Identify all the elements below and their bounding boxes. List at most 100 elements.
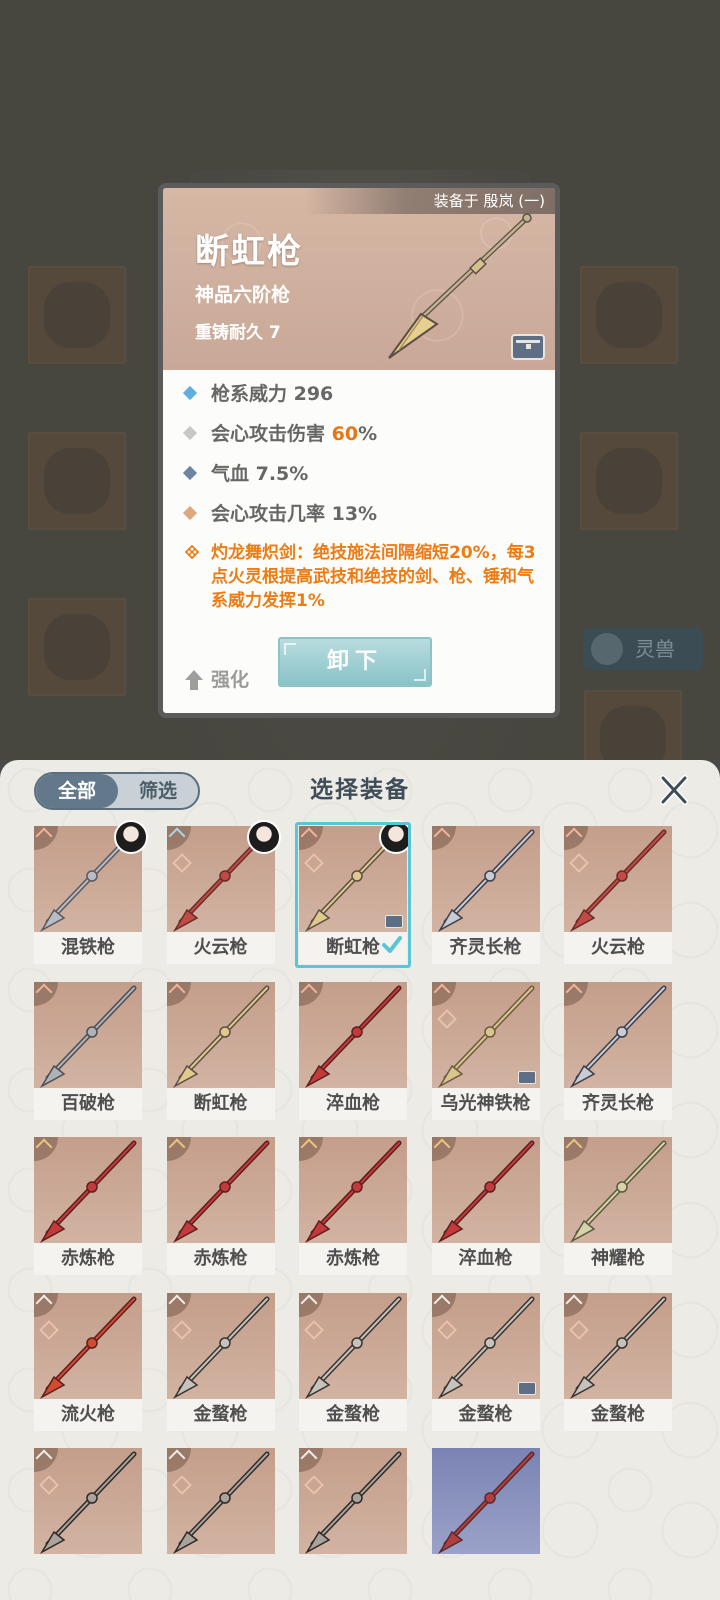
item-label: 断虹枪 (166, 1087, 275, 1120)
item-art (299, 1137, 407, 1243)
equipment-item[interactable]: 齐灵长枪 (431, 826, 540, 964)
item-art (34, 1448, 142, 1554)
item-art (299, 1448, 407, 1554)
item-art (431, 981, 540, 1088)
equipment-item[interactable]: 赤炼枪 (299, 1137, 407, 1275)
skill-text: 灼龙舞炽剑：绝技施法间隔缩短20%，每3点火灵根提高武技和绝技的剑、枪、锤和气系… (211, 543, 536, 611)
item-label: 火云枪 (166, 932, 275, 964)
item-art (564, 981, 672, 1088)
item-label: 赤炼枪 (299, 1243, 407, 1275)
unequip-button[interactable]: 卸下 (278, 637, 432, 687)
bg-equip-slot (580, 432, 678, 530)
equipment-item[interactable] (299, 1448, 407, 1586)
equipment-item[interactable]: 金蝥枪 (431, 1292, 540, 1431)
stat-row: 枪系威力 296 (182, 381, 334, 407)
equipment-item[interactable]: 断虹枪 (295, 820, 413, 968)
item-art (299, 1292, 407, 1399)
item-art (166, 1448, 275, 1554)
upgrade-button[interactable]: 强化 (185, 666, 249, 694)
owner-avatar (379, 820, 413, 854)
equipment-item[interactable]: 火云枪 (166, 820, 281, 964)
item-art (34, 1292, 142, 1399)
item-art (166, 1137, 275, 1243)
stat-row: 气血 7.5% (182, 461, 308, 487)
equipment-item[interactable]: 金蝥枪 (564, 1292, 672, 1431)
skill-icon (185, 545, 199, 559)
item-durability: 重铸耐久 7 (195, 323, 281, 343)
item-label: 金蝥枪 (564, 1398, 672, 1431)
equipment-item[interactable]: 金蝥枪 (299, 1292, 407, 1431)
item-art (431, 1448, 540, 1554)
stat-highlight: 60 (331, 423, 359, 445)
equipment-item[interactable]: 齐灵长枪 (564, 981, 672, 1120)
chest-icon (385, 915, 403, 928)
item-label: 流火枪 (34, 1398, 142, 1431)
diamond-slate-icon (182, 465, 198, 481)
item-label: 金蝥枪 (299, 1398, 407, 1431)
select-equipment-sheet: 全部 筛选 选择装备 混铁枪 火云枪 断虹枪 齐灵长枪 火云枪 百破枪 断虹枪 淬血枪 乌光神铁… (0, 760, 720, 1600)
equipment-item[interactable]: 流火枪 (34, 1292, 142, 1431)
up-arrow-icon (185, 670, 203, 690)
item-label: 金蝥枪 (166, 1398, 275, 1431)
item-art (299, 981, 407, 1088)
upgrade-label: 强化 (211, 669, 250, 691)
item-label: 金蝥枪 (431, 1398, 540, 1431)
item-art (564, 826, 672, 932)
chest-icon (517, 1070, 536, 1084)
equipment-item[interactable]: 混铁枪 (34, 820, 148, 964)
owner-avatar (246, 820, 281, 854)
equipment-item[interactable]: 火云枪 (564, 826, 672, 964)
item-label: 淬血枪 (431, 1243, 540, 1275)
skill-description: 灼龙舞炽剑：绝技施法间隔缩短20%，每3点火灵根提高武技和绝技的剑、枪、锤和气系… (185, 541, 545, 613)
bg-equip-slot (28, 432, 126, 530)
diamond-tan-icon (182, 505, 198, 521)
item-label: 百破枪 (34, 1087, 142, 1120)
equipment-item[interactable]: 赤炼枪 (166, 1137, 275, 1275)
equipment-item[interactable] (166, 1448, 275, 1586)
item-label: 混铁枪 (34, 932, 142, 964)
item-art (34, 1137, 142, 1243)
chest-icon (517, 1381, 536, 1395)
stat-row: 会心攻击伤害 60% (182, 421, 378, 447)
equipment-item[interactable] (431, 1448, 540, 1586)
item-art (431, 1137, 540, 1243)
item-label: 齐灵长枪 (431, 932, 540, 964)
close-icon[interactable] (658, 774, 690, 806)
spear-icon (437, 1451, 534, 1554)
equipment-item[interactable] (34, 1448, 142, 1586)
chest-icon[interactable] (511, 334, 545, 360)
bg-equip-slot (28, 266, 126, 364)
bg-equip-slot (584, 690, 682, 760)
bg-equip-slot (28, 598, 126, 696)
item-grade: 神品六阶枪 (195, 284, 291, 306)
item-art (166, 1292, 275, 1399)
equipment-item[interactable]: 赤炼枪 (34, 1137, 142, 1275)
equipment-detail-card: 装备于 殷岚 (一) 断虹枪 神品六阶枪 重铸耐久 7 枪系威力 296 会心攻… (158, 183, 560, 718)
equipment-item[interactable]: 乌光神铁枪 (431, 981, 540, 1120)
item-label: 神耀枪 (564, 1243, 672, 1275)
item-name: 断虹枪 (195, 232, 303, 272)
pet-button-label: 灵兽 (635, 637, 675, 661)
item-label: 齐灵长枪 (564, 1087, 672, 1120)
sheet-title: 选择装备 (310, 777, 410, 803)
equipment-item[interactable]: 神耀枪 (564, 1137, 672, 1275)
item-art (431, 1292, 540, 1399)
stat-row: 会心攻击几率 13% (182, 501, 378, 527)
item-art (166, 981, 275, 1088)
stat-text: % (358, 423, 378, 445)
item-art (564, 1292, 672, 1399)
item-label: 赤炼枪 (34, 1243, 142, 1275)
equipment-item[interactable]: 淬血枪 (299, 981, 407, 1120)
card-header: 装备于 殷岚 (一) 断虹枪 神品六阶枪 重铸耐久 7 (163, 188, 555, 370)
owner-avatar (114, 820, 148, 854)
item-label: 赤炼枪 (166, 1243, 275, 1275)
equipment-item[interactable]: 金蝥枪 (166, 1292, 275, 1431)
stat-text: 会心攻击几率 13% (211, 503, 378, 525)
equipment-item[interactable]: 断虹枪 (166, 981, 275, 1120)
stat-text: 枪系威力 296 (211, 383, 334, 405)
bg-equip-slot (580, 266, 678, 364)
item-label: 乌光神铁枪 (431, 1087, 540, 1120)
diamond-grey-icon (182, 425, 198, 441)
equipment-item[interactable]: 百破枪 (34, 981, 142, 1120)
equipment-item[interactable]: 淬血枪 (431, 1137, 540, 1275)
